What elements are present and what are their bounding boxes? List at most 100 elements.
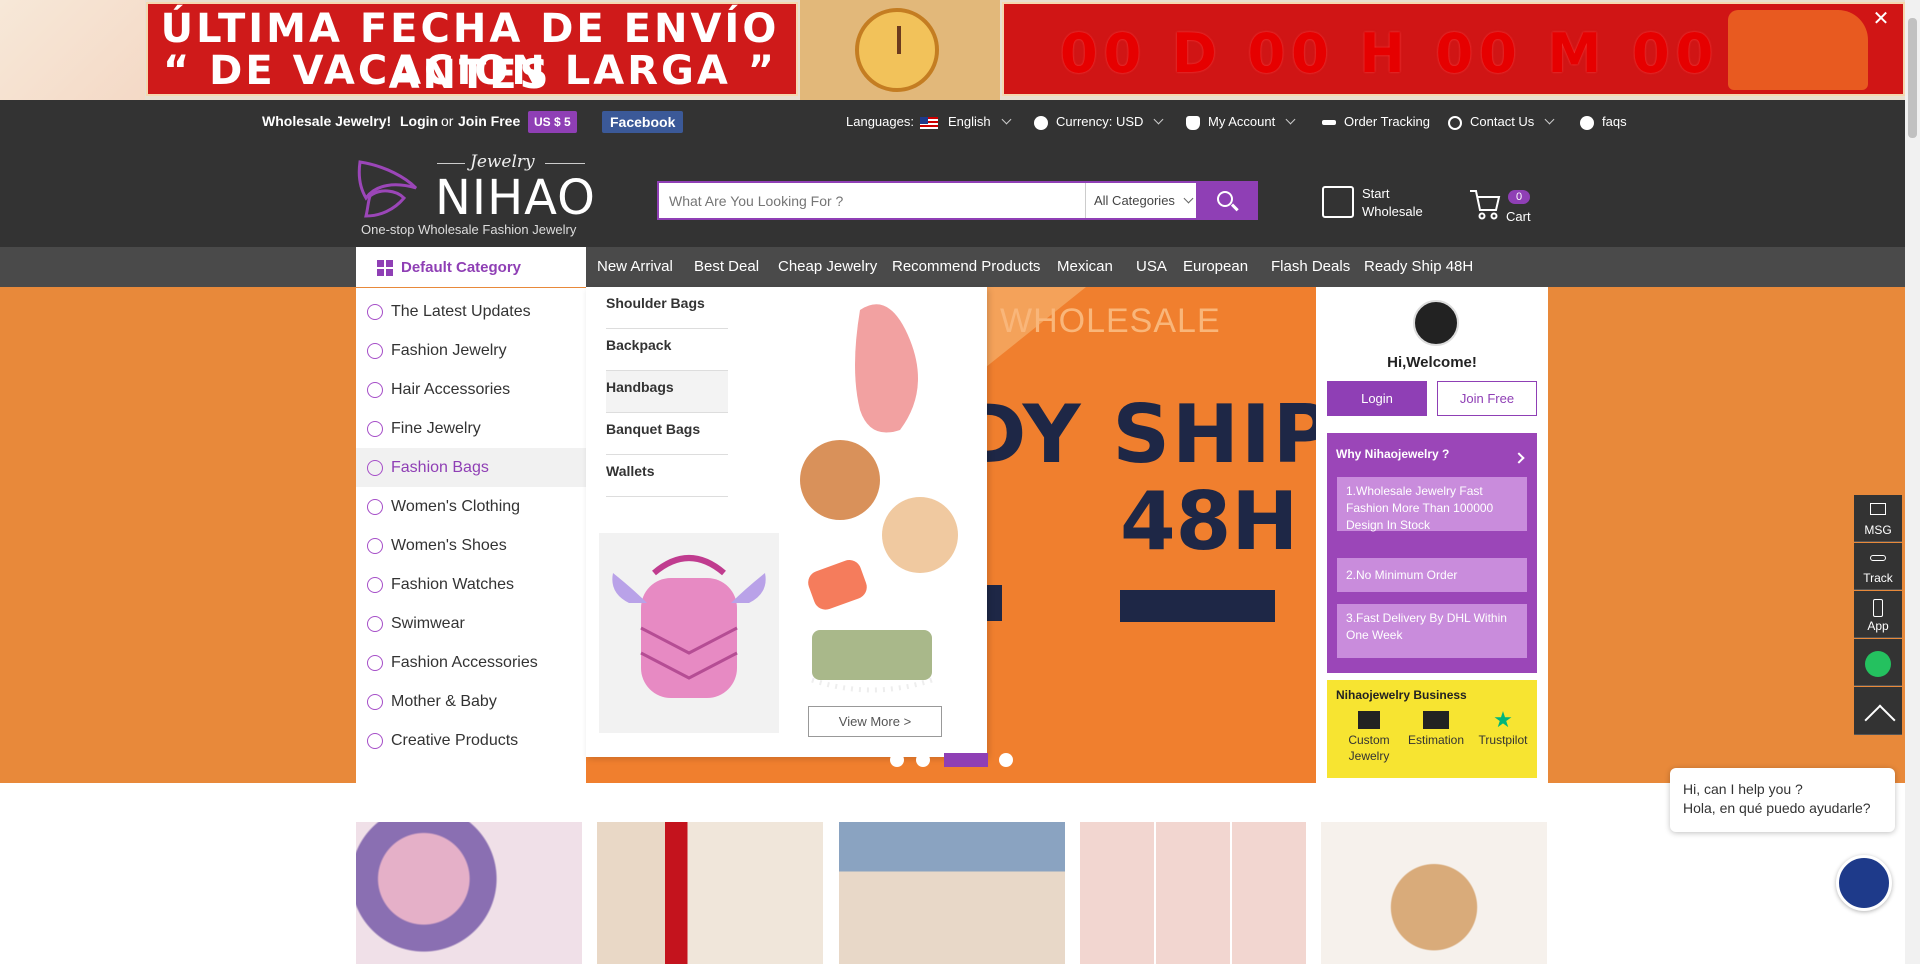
currency-selector[interactable]: Currency: USD <box>1034 100 1164 143</box>
welcome-text: Hi,Welcome! <box>1387 354 1477 371</box>
nav-mexican[interactable]: Mexican <box>1057 247 1113 287</box>
chevron-down-icon <box>1153 114 1164 125</box>
carousel-dot-active[interactable] <box>944 753 988 767</box>
category-item[interactable]: Swimwear <box>356 604 586 643</box>
category-icon <box>367 499 383 515</box>
facebook-button[interactable]: Facebook <box>602 111 684 133</box>
nav-usa[interactable]: USA <box>1136 247 1167 287</box>
contact-us-label: Contact Us <box>1470 114 1535 129</box>
page-scrollbar[interactable] <box>1905 0 1920 964</box>
login-button[interactable]: Login <box>1327 381 1427 416</box>
why-nihao-title-text: Why Nihaojewelry <box>1336 447 1439 461</box>
language-selector[interactable]: Languages: English <box>846 100 1012 143</box>
promo-banner[interactable]: ÚLTIMA FECHA DE ENVÍO ANTES “ DE VACACIO… <box>0 0 1905 100</box>
app-button[interactable]: App <box>1854 591 1902 638</box>
business-trustpilot[interactable]: ★ Trustpilot <box>1470 709 1536 748</box>
category-item[interactable]: Fashion Watches <box>356 565 586 604</box>
product-thumbnail[interactable] <box>839 822 1065 964</box>
msg-button[interactable]: MSG <box>1854 495 1902 542</box>
flyout-link-shoulder-bags[interactable]: Shoulder Bags <box>606 287 728 329</box>
cart-link[interactable]: Cart <box>1506 208 1531 226</box>
banner-close-button[interactable]: ✕ <box>1870 8 1892 30</box>
cart-count-badge: 0 <box>1508 190 1530 204</box>
scrollbar-thumb[interactable] <box>1908 18 1917 138</box>
logo-name[interactable]: NIHAO <box>435 170 596 226</box>
search-icon <box>1217 191 1233 207</box>
nav-cheap-jewelry[interactable]: Cheap Jewelry <box>778 247 877 287</box>
business-custom-jewelry[interactable]: Custom Jewelry <box>1336 711 1402 764</box>
view-more-button[interactable]: View More > <box>808 706 942 737</box>
category-label: The Latest Updates <box>391 303 531 320</box>
chat-greeting[interactable]: Hi, can I help you ? Hola, en qué puedo … <box>1670 768 1895 832</box>
flyout-link-wallets[interactable]: Wallets <box>606 455 728 497</box>
order-tracking-link[interactable]: Order Tracking <box>1322 100 1430 143</box>
category-item[interactable]: Fine Jewelry <box>356 409 586 448</box>
order-tracking-label: Order Tracking <box>1344 114 1430 129</box>
hero-headline: DY SHIP <box>960 388 1334 481</box>
product-thumbnail[interactable] <box>1321 822 1547 964</box>
flyout-link-banquet-bags[interactable]: Banquet Bags <box>606 413 728 455</box>
backpack-image[interactable] <box>599 533 779 733</box>
business-estimation[interactable]: Estimation <box>1403 711 1469 748</box>
chevron-down-icon <box>1285 114 1296 125</box>
carousel-dot[interactable] <box>916 753 930 767</box>
logo-divider <box>437 163 465 164</box>
user-icon <box>1186 115 1200 130</box>
category-item[interactable]: Women's Clothing <box>356 487 586 526</box>
carousel-dot[interactable] <box>999 753 1013 767</box>
category-item[interactable]: Fashion Accessories <box>356 643 586 682</box>
banner-countdown: 00 D 00 H 00 M 00 S <box>1060 22 1789 85</box>
category-label: Women's Clothing <box>391 498 521 515</box>
product-thumbnail[interactable] <box>356 822 582 964</box>
chat-line: Hi, can I help you ? <box>1683 781 1803 797</box>
bags-collage-image[interactable] <box>780 290 980 700</box>
nav-flash-deals[interactable]: Flash Deals <box>1271 247 1350 287</box>
category-item[interactable]: Fashion Bags <box>356 448 586 487</box>
faqs-link[interactable]: faqs <box>1580 100 1627 143</box>
category-item[interactable]: Women's Shoes <box>356 526 586 565</box>
coupon-badge[interactable]: US $ 5 <box>528 111 577 133</box>
search-button[interactable] <box>1196 181 1258 220</box>
nav-recommend-products[interactable]: Recommend Products <box>892 247 1040 287</box>
my-account-label: My Account <box>1208 114 1276 129</box>
category-icon <box>367 538 383 554</box>
flyout-link-handbags[interactable]: Handbags <box>606 371 728 413</box>
category-item[interactable]: Fashion Jewelry <box>356 331 586 370</box>
wholesale-text: Wholesale Jewelry! <box>262 113 392 129</box>
my-account-menu[interactable]: My Account <box>1186 100 1296 143</box>
nav-best-deal[interactable]: Best Deal <box>694 247 759 287</box>
product-thumbnail[interactable] <box>597 822 823 964</box>
category-item[interactable]: The Latest Updates <box>356 292 586 331</box>
flyout-link-backpack[interactable]: Backpack <box>606 329 728 371</box>
why-nihao-title[interactable]: Why Nihaojewelry ? <box>1336 447 1449 461</box>
start-wholesale-link[interactable]: Start Wholesale <box>1362 185 1423 221</box>
chat-launcher-avatar[interactable] <box>1836 855 1892 911</box>
side-label: MSG <box>1864 523 1892 537</box>
category-icon <box>367 343 383 359</box>
question-mark-icon: ? <box>1442 447 1450 461</box>
join-free-button[interactable]: Join Free <box>1437 381 1537 416</box>
category-select[interactable]: All Categories <box>1085 183 1195 218</box>
logo-divider <box>545 163 585 164</box>
default-category-tab[interactable]: Default Category <box>356 247 586 288</box>
contact-us-menu[interactable]: Contact Us <box>1448 100 1555 143</box>
carousel-dot[interactable] <box>890 753 904 767</box>
business-item-label: Custom Jewelry <box>1348 733 1390 763</box>
category-item[interactable]: Mother & Baby <box>356 682 586 721</box>
category-item[interactable]: Creative Products <box>356 721 586 760</box>
topbar-join-link[interactable]: Join Free <box>458 100 520 143</box>
nav-ready-ship-48h[interactable]: Ready Ship 48H <box>1364 247 1473 287</box>
hero-decor <box>1120 590 1275 622</box>
cart-icon[interactable] <box>1468 188 1502 220</box>
category-item[interactable]: Hair Accessories <box>356 370 586 409</box>
search-input[interactable] <box>669 183 1089 218</box>
why-item: 3.Fast Delivery By DHL Within One Week <box>1337 604 1527 658</box>
track-button[interactable]: Track <box>1854 543 1902 590</box>
topbar-login-link[interactable]: Login <box>400 100 438 143</box>
nav-new-arrival[interactable]: New Arrival <box>597 247 673 287</box>
nav-european[interactable]: European <box>1183 247 1248 287</box>
custom-search-icon <box>1358 711 1380 729</box>
product-thumbnail[interactable] <box>1080 822 1306 964</box>
butterfly-logo-icon[interactable] <box>356 158 424 220</box>
us-flag-icon <box>919 116 938 129</box>
